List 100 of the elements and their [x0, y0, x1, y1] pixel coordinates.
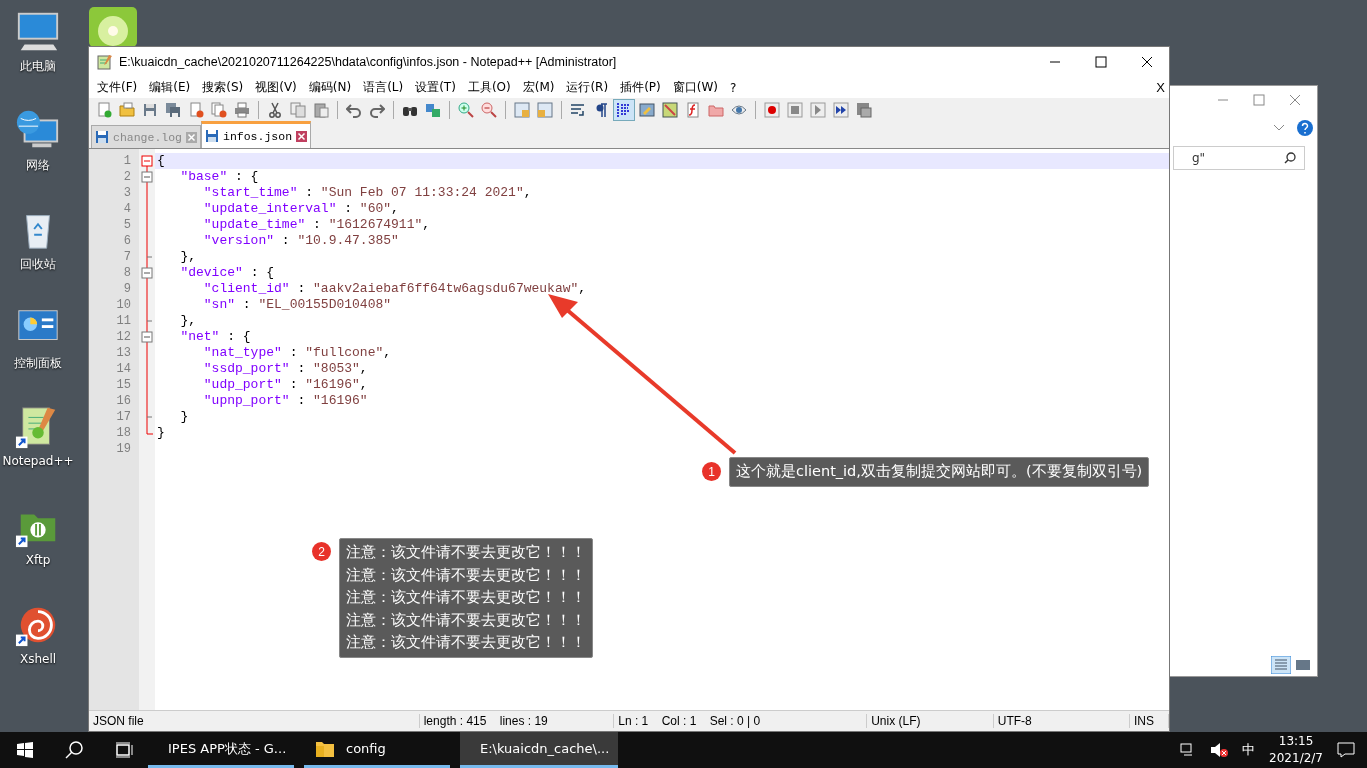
menu-item[interactable]: 工具(O) — [461, 79, 517, 96]
menu-item[interactable]: 运行(R) — [560, 79, 615, 96]
paste-icon — [313, 102, 329, 118]
code-line: "device" : { — [179, 265, 275, 280]
code-line: "nat_type" : "fullcone", — [202, 345, 392, 360]
line-number: 10 — [116, 297, 132, 313]
menu-item[interactable]: 语言(L) — [357, 79, 410, 96]
file-plus-icon — [96, 102, 112, 118]
code-line: "ssdp_port" : "8053", — [202, 361, 368, 376]
tab-label: change.log — [113, 130, 182, 144]
menu-item[interactable]: 视图(V) — [249, 79, 303, 96]
input-method-indicator[interactable]: 中 — [1242, 741, 1256, 759]
stop-icon — [787, 102, 803, 118]
zoom-in-icon — [458, 102, 474, 118]
line-number: 3 — [123, 185, 132, 201]
callout-text: 注意：该文件请不要去更改它！！！ — [346, 633, 586, 652]
line-number: 11 — [116, 313, 132, 329]
line-number: 19 — [116, 441, 132, 457]
folder-icon — [708, 102, 724, 118]
play-icon — [810, 102, 826, 118]
fast-forward-icon — [833, 102, 849, 118]
callout-text: 注意：该文件请不要去更改它！！！ — [346, 610, 586, 630]
close-document-button[interactable]: X — [1156, 80, 1169, 95]
taskbar-button[interactable]: IPES APP状态 - G... — [148, 732, 294, 768]
copy-icon — [290, 102, 306, 118]
function-icon — [685, 102, 701, 118]
indent-guide-button[interactable] — [613, 99, 635, 121]
stop-button[interactable] — [784, 99, 806, 121]
help-icon[interactable] — [1297, 120, 1313, 136]
sync-horizontal-icon — [537, 102, 553, 118]
notepad-icon — [97, 54, 113, 70]
code-line: } — [179, 409, 189, 424]
indent-guide-icon — [616, 102, 632, 118]
code-line: }, — [179, 249, 196, 264]
menu-item[interactable]: 搜索(S) — [196, 79, 250, 96]
callout-text: 注意：该文件请不要去更改它！！！ — [346, 543, 586, 562]
callout-text: 注意：该文件请不要去更改它！！！ — [346, 588, 586, 607]
file-tab[interactable]: infos.json — [201, 121, 312, 148]
notification-icon[interactable] — [1337, 742, 1355, 758]
redo-icon — [369, 102, 385, 118]
zoom-out-icon — [481, 102, 497, 118]
line-number: 14 — [116, 361, 132, 377]
close-files-icon — [211, 102, 227, 118]
scissors-icon — [267, 102, 283, 118]
muted-speaker-icon[interactable] — [1210, 742, 1229, 758]
start-icon[interactable] — [17, 742, 33, 758]
line-number: 2 — [123, 169, 132, 185]
map-button[interactable] — [659, 99, 681, 121]
wrap-icon — [570, 102, 586, 118]
line-number: 18 — [116, 425, 132, 441]
map-icon — [662, 102, 678, 118]
maximize-icon[interactable] — [1095, 56, 1107, 68]
clock-date[interactable]: 2021/2/7 — [1269, 750, 1323, 767]
menu-item[interactable]: 插件(P) — [614, 79, 667, 96]
tab-label: infos.json — [223, 129, 293, 143]
taskbar-button[interactable]: config — [304, 732, 450, 768]
menu-item[interactable]: 编辑(E) — [143, 79, 197, 96]
menu-item[interactable]: 编码(N) — [302, 79, 358, 96]
line-number: 7 — [123, 249, 132, 265]
line-number: 5 — [123, 217, 132, 233]
record-button[interactable] — [761, 99, 783, 121]
kiwi-icon[interactable] — [89, 7, 137, 47]
line-number: 9 — [123, 281, 132, 297]
desktop-icon-label: Notepad++ — [2, 454, 74, 468]
taskbar-button[interactable]: E:\kuaicdn_cache\... — [460, 732, 618, 768]
code-line: "udp_port" : "16196", — [202, 377, 368, 392]
clock-time[interactable]: 13:15 — [1278, 733, 1314, 750]
line-number: 16 — [116, 393, 132, 409]
search-icon[interactable] — [65, 741, 83, 759]
editor-pane[interactable] — [89, 149, 1169, 710]
menu-item[interactable]: ? — [723, 80, 743, 95]
menu-item[interactable]: 窗口(W) — [666, 79, 724, 96]
line-number: 4 — [123, 201, 132, 217]
code-line: }, — [179, 313, 196, 328]
floppy-icon — [205, 129, 219, 143]
code-line: "version" : "10.9.47.385" — [202, 233, 399, 248]
callout-text: 这个就是client_id,双击复制提交网站即可。(不要复制双引号) — [736, 462, 1143, 481]
status-text: length : 415 lines : 19 — [419, 714, 615, 728]
fold-margin-drawing[interactable] — [141, 155, 154, 435]
task-view-icon[interactable] — [115, 742, 133, 758]
desktop-icon-label: 网络 — [26, 157, 50, 174]
desktop-icon-label: 控制面板 — [14, 355, 62, 372]
line-number: 8 — [123, 265, 132, 281]
status-text: INS — [1129, 714, 1169, 728]
floppy-icon — [142, 102, 158, 118]
line-number: 6 — [123, 233, 132, 249]
fast-forward-button[interactable] — [830, 99, 852, 121]
thumbnail-view-icon[interactable] — [1295, 658, 1311, 672]
code-line: "start_time" : "Sun Feb 07 11:33:24 2021", — [202, 185, 532, 200]
close-icon[interactable] — [1141, 56, 1153, 68]
menu-item[interactable]: 文件(F) — [91, 79, 144, 96]
code-line: "update_interval" : "60", — [202, 201, 399, 216]
window-title: E:\kuaicdn_cache\2021020711264225\hdata\config\infos.json - Notepad++ [Administrator] — [119, 55, 617, 69]
play-button[interactable] — [807, 99, 829, 121]
menu-item[interactable]: 宏(M) — [516, 79, 561, 96]
chevron-down-icon[interactable] — [1273, 124, 1285, 132]
menu-item[interactable]: 设置(T) — [409, 79, 462, 96]
printer-icon — [234, 102, 250, 118]
line-number: 17 — [116, 409, 132, 425]
search-field[interactable]: g" — [1173, 146, 1305, 170]
